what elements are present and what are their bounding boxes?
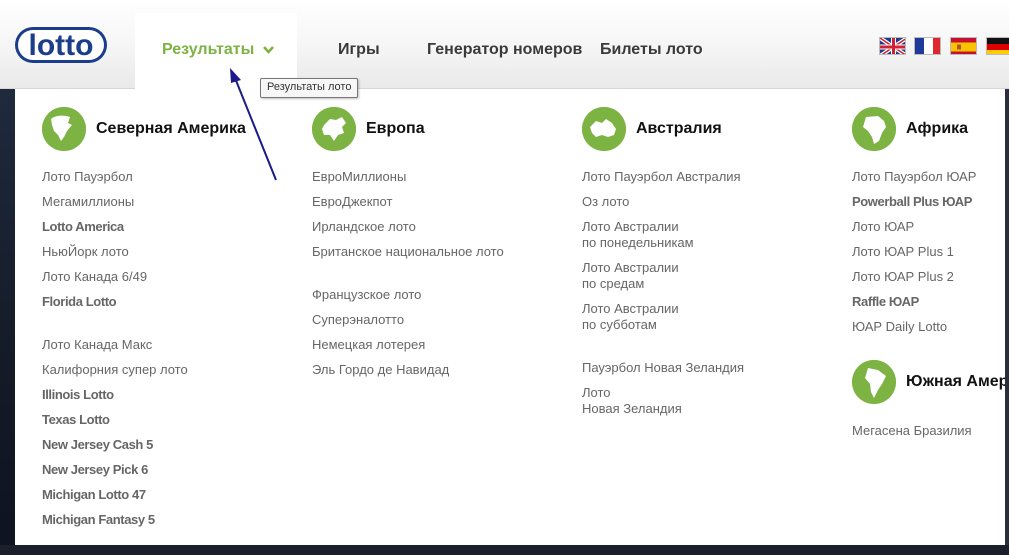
link-list: Лото Пауэрбол Мегамиллионы Lotto America…: [42, 169, 147, 319]
lottery-link[interactable]: Лото Пауэрбол Австралия: [582, 169, 741, 194]
lottery-link[interactable]: Оз лото: [582, 194, 741, 219]
link-list: Пауэрбол Новая Зеландия Лото Новая Зелан…: [582, 360, 744, 426]
lottery-link[interactable]: Калифорния супер лото: [42, 362, 188, 387]
link-list: Французское лото Суперэналотто Немецкая …: [312, 287, 449, 387]
site-background: [0, 88, 15, 555]
site-background-bottom: [0, 545, 1009, 555]
lottery-link[interactable]: Florida Lotto: [42, 294, 147, 319]
logo-text: lotto: [29, 29, 94, 62]
lottery-link[interactable]: Французское лото: [312, 287, 449, 312]
lottery-link[interactable]: Лото ЮАР Plus 1: [852, 244, 976, 269]
region-title: Северная Америка: [96, 120, 246, 137]
lottery-link[interactable]: Лото Австралии по средам: [582, 260, 741, 301]
nav-results-label: Результаты: [162, 41, 255, 59]
gb-flag-icon[interactable]: [879, 37, 906, 55]
lottery-link[interactable]: Illinois Lotto: [42, 387, 188, 412]
lottery-link[interactable]: Texas Lotto: [42, 412, 188, 437]
results-dropdown-panel: Северная Америка Лото Пауэрбол Мегамилли…: [15, 89, 1005, 545]
link-list: ЕвроМиллионы ЕвроДжекпот Ирландское лото…: [312, 169, 504, 269]
lottery-link[interactable]: Мегамиллионы: [42, 194, 147, 219]
globe-africa-icon: [852, 107, 896, 151]
lottery-link[interactable]: Британское национальное лото: [312, 244, 504, 269]
globe-australia-icon: [582, 107, 626, 151]
lottery-link[interactable]: Пауэрбол Новая Зеландия: [582, 360, 744, 385]
globe-north-america-icon: [42, 107, 86, 151]
tooltip: Результаты лото: [260, 78, 359, 98]
lottery-link[interactable]: Lotto America: [42, 219, 147, 244]
lottery-link[interactable]: Лото Новая Зеландия: [582, 385, 744, 426]
de-flag-icon[interactable]: [986, 37, 1009, 55]
link-list: Лото Канада Макс Калифорния супер лото I…: [42, 337, 188, 537]
lottery-link[interactable]: ЕвроМиллионы: [312, 169, 504, 194]
globe-south-america-icon: [852, 360, 896, 404]
lottery-link[interactable]: Michigan Fantasy 5: [42, 512, 188, 537]
lottery-link[interactable]: НьюЙорк лото: [42, 244, 147, 269]
chevron-down-icon: [262, 41, 274, 59]
lottery-link[interactable]: Powerball Plus ЮАР: [852, 194, 976, 219]
globe-europe-icon: [312, 107, 356, 151]
site-header: lotto Результаты Игры Генератор номеров …: [0, 0, 1009, 90]
lottery-link[interactable]: New Jersey Cash 5: [42, 437, 188, 462]
lottery-link[interactable]: Лото ЮАР: [852, 219, 976, 244]
lottery-link[interactable]: Немецкая лотерея: [312, 337, 449, 362]
link-list: Лото Пауэрбол ЮАР Powerball Plus ЮАР Лот…: [852, 169, 976, 344]
link-list: Лото Пауэрбол Австралия Оз лото Лото Авс…: [582, 169, 741, 342]
lottery-link[interactable]: Лото Австралии по понедельникам: [582, 219, 741, 260]
region-title: Австралия: [636, 120, 722, 137]
lottery-link[interactable]: ЮАР Daily Lotto: [852, 319, 976, 344]
nav-number-generator[interactable]: Генератор номеров: [427, 41, 582, 59]
nav-games[interactable]: Игры: [338, 41, 380, 59]
lottery-link[interactable]: Лото Канада 6/49: [42, 269, 147, 294]
lottery-link[interactable]: ЕвроДжекпот: [312, 194, 504, 219]
lottery-link[interactable]: Лото Пауэрбол: [42, 169, 147, 194]
lottery-link[interactable]: Raffle ЮАР: [852, 294, 976, 319]
lottery-link[interactable]: Michigan Lotto 47: [42, 487, 188, 512]
fr-flag-icon[interactable]: [914, 37, 941, 55]
lottery-link[interactable]: Лото ЮАР Plus 2: [852, 269, 976, 294]
lottery-link[interactable]: Лото Пауэрбол ЮАР: [852, 169, 976, 194]
lottery-link[interactable]: Лото Канада Макс: [42, 337, 188, 362]
link-list: Мегасена Бразилия: [852, 423, 972, 448]
nav-lottery-tickets[interactable]: Билеты лото: [600, 41, 703, 59]
es-flag-icon[interactable]: [950, 37, 977, 55]
region-title: Африка: [906, 120, 969, 137]
lottery-link[interactable]: Ирландское лото: [312, 219, 504, 244]
nav-results[interactable]: Результаты: [162, 41, 274, 59]
region-title: Европа: [366, 120, 425, 137]
lottery-link[interactable]: Суперэналотто: [312, 312, 449, 337]
lottery-link[interactable]: Эль Гордо де Навидад: [312, 362, 449, 387]
region-title: Южная Амер: [906, 373, 1005, 390]
lottery-link[interactable]: New Jersey Pick 6: [42, 462, 188, 487]
region-header-south-america[interactable]: Южная Амер: [852, 360, 1005, 404]
lottery-link[interactable]: Мегасена Бразилия: [852, 423, 972, 448]
lotto-logo[interactable]: lotto: [14, 26, 108, 64]
lottery-link[interactable]: Лото Австралии по субботам: [582, 301, 741, 342]
